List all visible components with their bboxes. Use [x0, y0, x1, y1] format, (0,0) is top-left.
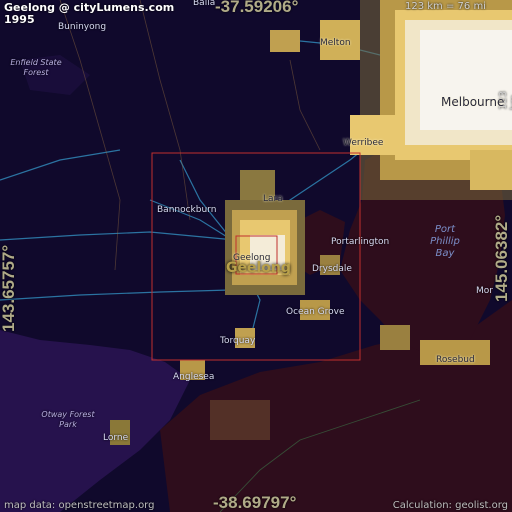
place-geelong: Geelong	[233, 253, 271, 263]
place-melton: Melton	[320, 38, 351, 48]
place-melbourne: Melbourne	[441, 95, 505, 109]
scale-top: 123 km = 76 mi	[405, 1, 486, 12]
west-coordinate: 143.65757°	[0, 244, 18, 332]
place-ocean-grove: Ocean Grove	[286, 307, 345, 317]
place-bannockburn: Bannockburn	[157, 205, 217, 215]
place-buninyong: Buninyong	[58, 22, 107, 32]
attribution-link[interactable]: map data: openstreetmap.org	[4, 500, 154, 511]
place-enfield-forest: Enfield State Forest	[10, 58, 62, 77]
south-coordinate: -38.69797°	[213, 493, 297, 512]
place-lara: Lara	[263, 194, 283, 204]
place-otway-forest: Otway Forest Park	[41, 410, 95, 429]
place-port-phillip-bay: Port Phillip Bay	[430, 224, 460, 259]
east-coordinate: 145.06382°	[492, 214, 511, 302]
place-anglesea: Anglesea	[173, 372, 215, 382]
place-rosebud: Rosebud	[436, 355, 475, 365]
place-mornington: Mor	[476, 286, 493, 296]
place-torquay: Torquay	[220, 336, 256, 346]
north-coordinate: -37.59206°	[215, 0, 299, 16]
place-ballarat: Balla	[193, 0, 216, 8]
place-portarlington: Portarlington	[331, 237, 390, 247]
place-lorne: Lorne	[103, 433, 129, 443]
place-drysdale: Drysdale	[312, 264, 352, 274]
place-werribee: Werribee	[343, 138, 384, 148]
calculation-link[interactable]: Calculation: geolist.org	[393, 500, 508, 511]
map-view[interactable]: Geelong @ cityLumens.com 1995 -37.59206°…	[0, 0, 512, 512]
